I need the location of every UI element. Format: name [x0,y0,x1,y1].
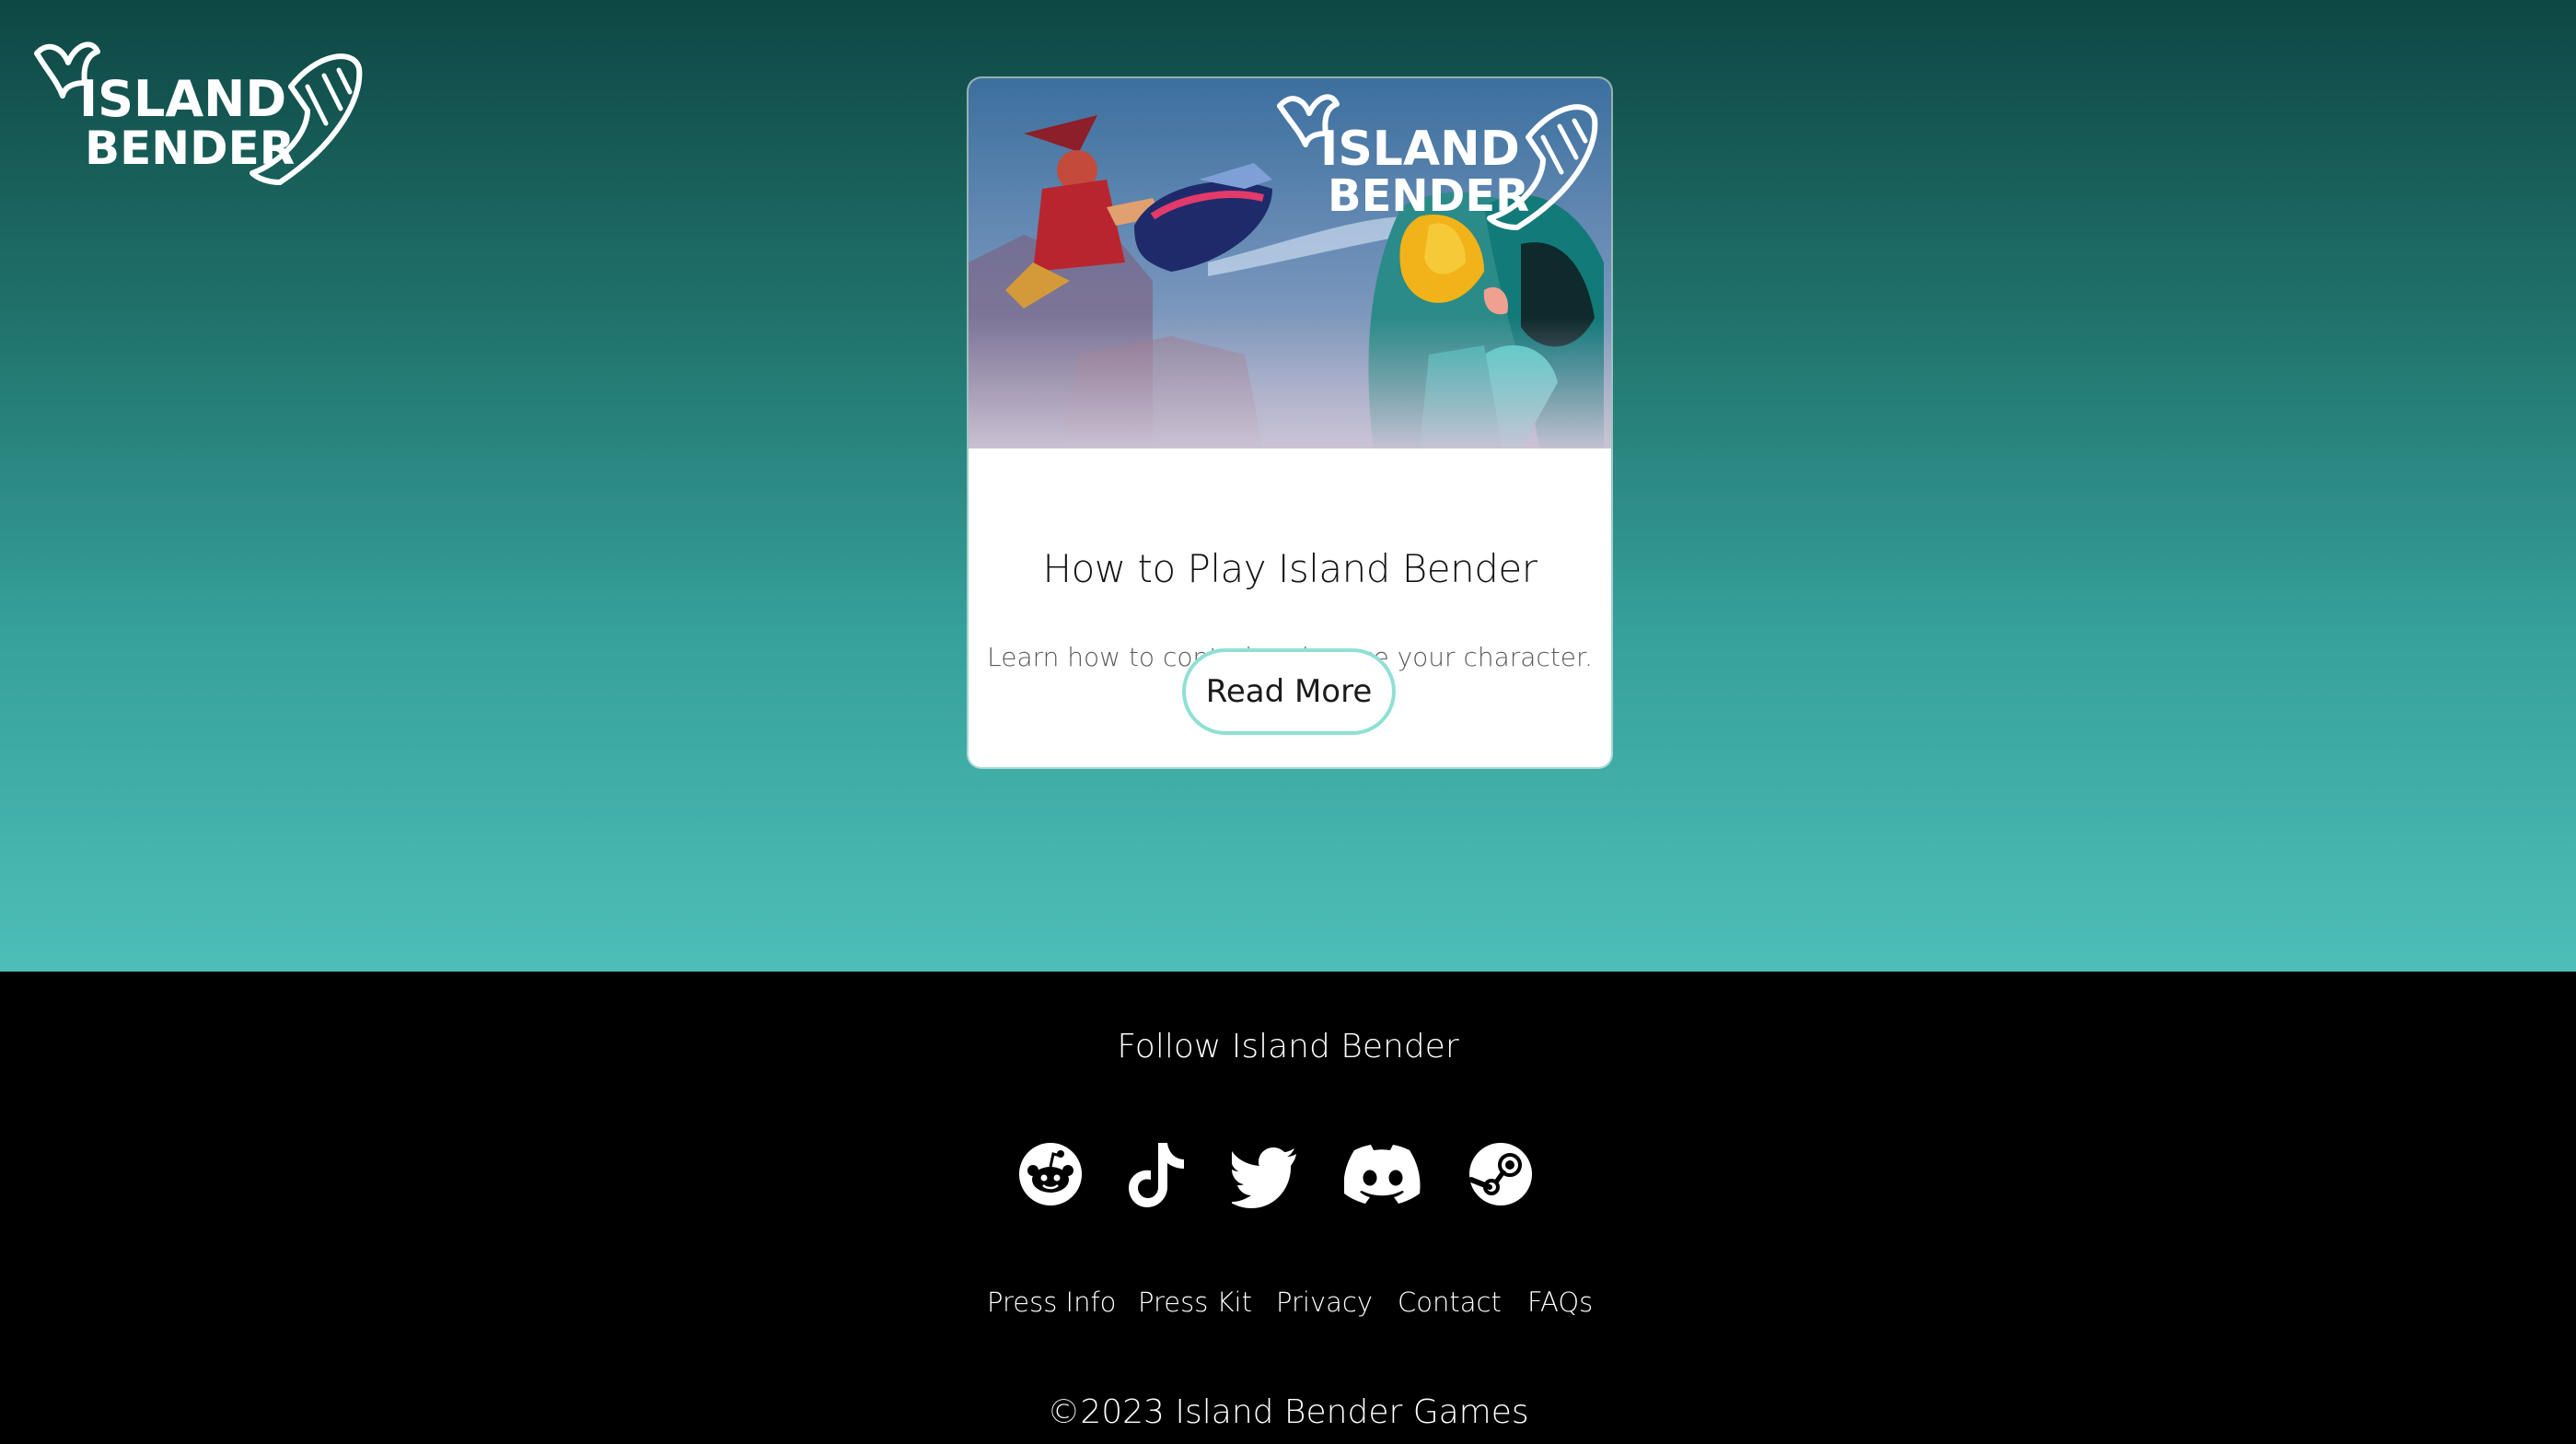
article-card: ISLAND BENDER How to Play Island Bender … [969,78,1611,767]
social-links [0,1137,2576,1211]
footer-link-press-kit[interactable]: Press Kit [1138,1287,1252,1318]
footer-links: Press Info Press Kit Privacy Contact FAQ… [0,1287,2576,1323]
card-island-bender-logo: ISLAND BENDER [1277,94,1598,230]
twitter-icon[interactable] [1232,1137,1298,1211]
island-bender-logo[interactable]: ISLAND BENDER [31,35,363,188]
footer-link-contact[interactable]: Contact [1398,1287,1502,1318]
card-logo-line1: ISLAND [1320,122,1520,177]
discord-icon[interactable] [1344,1137,1421,1211]
follow-title: Follow Island Bender [1117,1028,1459,1066]
footer-link-privacy[interactable]: Privacy [1276,1287,1373,1318]
card-title[interactable]: How to Play Island Bender [969,546,1611,591]
footer-link-faqs[interactable]: FAQs [1527,1287,1593,1318]
card-logo-line2: BENDER [1328,170,1529,222]
read-more-button[interactable]: Read More [1182,648,1396,735]
copyright-text: ©2023 Island Bender Games [1047,1393,1529,1431]
logo-text-line2: BENDER [85,122,295,175]
hero-section: ISLAND BENDER ISLAND BENDER How to Play … [0,0,2576,972]
reddit-icon[interactable] [1018,1137,1083,1211]
logo-text-line1: ISLAND [79,70,286,128]
card-hero-image[interactable]: ISLAND BENDER [969,78,1611,448]
steam-icon[interactable] [1468,1137,1534,1211]
tiktok-icon[interactable] [1127,1137,1188,1211]
site-footer: Follow Island Bender Press Info Press Ki… [0,972,2576,1444]
footer-link-press-info[interactable]: Press Info [987,1287,1116,1318]
